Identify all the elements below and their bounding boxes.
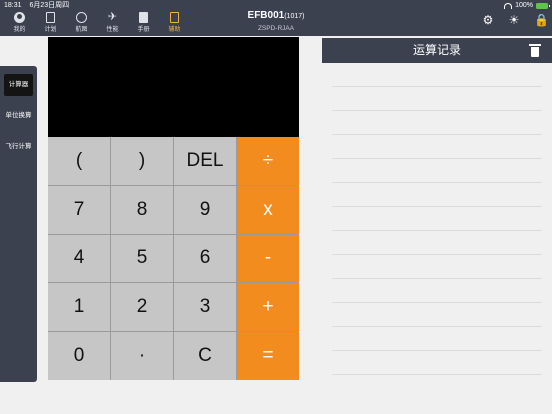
status-time: 18:31: [4, 2, 22, 9]
history-row: [332, 230, 542, 231]
key-1[interactable]: 1: [48, 283, 110, 332]
key-7[interactable]: 7: [48, 185, 110, 234]
calculator-keypad: ( ) DEL ÷ 7 8 9 x 4 5 6 - 1 2 3 + 0 · C …: [48, 137, 299, 380]
history-row: [332, 254, 542, 255]
flight-title: EFB001(1017) ZSPD-RJAA: [0, 10, 552, 32]
history-row: [332, 182, 542, 183]
key-4[interactable]: 4: [48, 234, 110, 283]
key-open-paren[interactable]: (: [48, 137, 110, 185]
brightness-icon[interactable]: ☀: [508, 14, 520, 26]
top-bar: 18:31 6月23日周四 100% 我的 计划 航图 ✈ 性能 手册 辅助 E…: [0, 0, 552, 36]
history-row: [332, 350, 542, 351]
calculator-display: [48, 37, 299, 137]
history-row: [332, 206, 542, 207]
sidebar-item-calculator[interactable]: 计算器: [4, 74, 33, 96]
key-0[interactable]: 0: [48, 332, 110, 380]
history-title: 运算记录: [412, 43, 461, 57]
key-clear[interactable]: C: [174, 332, 236, 380]
history-row: [332, 158, 542, 159]
flight-number: EFB001: [247, 10, 285, 21]
history-list: [332, 86, 542, 398]
flight-route: ZSPD-RJAA: [257, 25, 295, 32]
history-header: 运算记录: [322, 38, 552, 63]
history-row: [332, 302, 542, 303]
key-subtract[interactable]: -: [237, 234, 299, 283]
history-row: [332, 134, 542, 135]
key-3[interactable]: 3: [174, 283, 236, 332]
history-panel: 运算记录: [322, 38, 552, 382]
key-decimal[interactable]: ·: [111, 332, 173, 380]
key-divide[interactable]: ÷: [237, 137, 299, 185]
key-close-paren[interactable]: ): [111, 137, 173, 185]
status-bar: 18:31 6月23日周四 100%: [0, 0, 552, 10]
trash-icon[interactable]: [529, 44, 541, 57]
battery-icon: [536, 3, 550, 9]
key-multiply[interactable]: x: [237, 185, 299, 234]
sidebar-item-unit-conversion[interactable]: 单位换算: [4, 105, 33, 127]
settings-icon[interactable]: ⚙: [482, 14, 494, 26]
history-row: [332, 374, 542, 375]
wifi-icon: [504, 3, 513, 9]
key-8[interactable]: 8: [111, 185, 173, 234]
sidebar-item-flight-calc[interactable]: 飞行计算: [4, 136, 33, 158]
key-add[interactable]: +: [237, 283, 299, 332]
key-9[interactable]: 9: [174, 185, 236, 234]
flight-suffix: (1017): [284, 13, 305, 20]
lock-icon[interactable]: 🔒: [534, 14, 549, 26]
history-row: [332, 326, 542, 327]
history-row: [332, 86, 542, 87]
status-date: 6月23日周四: [29, 2, 70, 9]
key-equals[interactable]: =: [237, 332, 299, 380]
history-row: [332, 110, 542, 111]
key-2[interactable]: 2: [111, 283, 173, 332]
tool-sidebar: 计算器 单位换算 飞行计算: [0, 66, 37, 382]
key-5[interactable]: 5: [111, 234, 173, 283]
key-6[interactable]: 6: [174, 234, 236, 283]
key-delete[interactable]: DEL: [174, 137, 236, 185]
history-row: [332, 278, 542, 279]
